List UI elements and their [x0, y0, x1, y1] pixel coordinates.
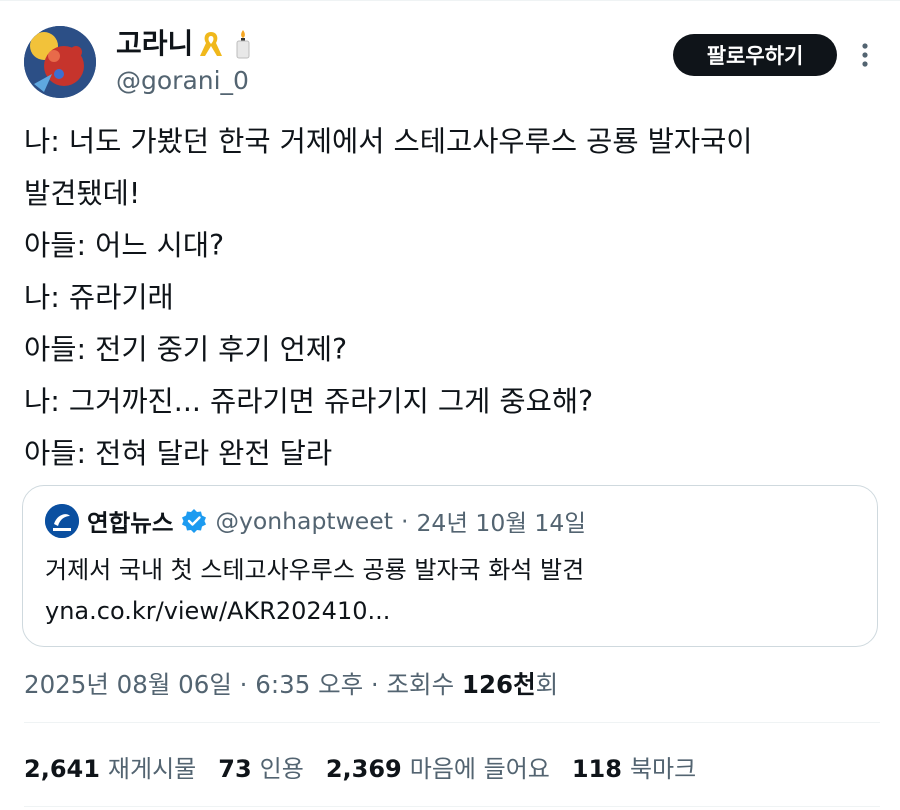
quoted-author-name[interactable]: 연합뉴스: [87, 504, 173, 538]
quoted-author-handle: @yonhaptweet: [215, 507, 393, 535]
stats-bottom-divider: [24, 806, 880, 807]
reposts-label: 재게시물: [107, 755, 197, 783]
quoted-tweet-card[interactable]: 연합뉴스 @yonhaptweet · 24년 10월 14일 거제서 국내 첫…: [22, 485, 878, 647]
tweet-text: 나: 너도 가봤던 한국 거제에서 스테고사우루스 공룡 발자국이 발견됐데! …: [24, 116, 884, 480]
quote-separator: ·: [400, 507, 409, 535]
tweet-metadata: 2025년 08월 06일 · 6:35 오후 · 조회수 126천회: [24, 668, 558, 702]
more-options-icon[interactable]: [852, 38, 878, 72]
tweet-line: 나: 쥬라기래: [24, 281, 174, 314]
author-display-name[interactable]: 고라니: [116, 26, 193, 62]
quotes-stat[interactable]: 73 인용: [218, 752, 304, 786]
quoted-tweet-date[interactable]: 24년 10월 14일: [416, 504, 586, 538]
tweet-line: 나: 그거까진... 쥬라기면 쥬라기지 그게 중요해?: [24, 385, 594, 418]
author-handle[interactable]: @gorani_0: [116, 64, 249, 98]
reposts-count: 2,641: [24, 755, 100, 783]
quotes-count: 73: [218, 755, 252, 783]
tweet-line: 발견됐데!: [24, 177, 141, 210]
verified-badge-icon: [181, 508, 207, 534]
follow-button[interactable]: 팔로우하기: [673, 34, 837, 76]
top-divider: [0, 0, 900, 1]
quoted-tweet-header: 연합뉴스 @yonhaptweet · 24년 10월 14일: [45, 504, 586, 538]
likes-count: 2,369: [325, 755, 402, 783]
view-count-suffix: 회: [535, 670, 559, 699]
tweet-line: 아들: 전기 중기 후기 언제?: [24, 333, 348, 366]
likes-label: 마음에 들어요: [409, 755, 550, 783]
candle-icon: [229, 28, 257, 60]
author-avatar[interactable]: [24, 26, 96, 98]
reposts-stat[interactable]: 2,641 재게시물: [24, 752, 196, 786]
stats-top-divider: [24, 722, 880, 723]
tweet-line: 나: 너도 가봤던 한국 거제에서 스테고사우루스 공룡 발자국이: [24, 125, 753, 158]
yellow-ribbon-icon: [197, 28, 225, 60]
quotes-label: 인용: [259, 755, 304, 783]
likes-stat[interactable]: 2,369 마음에 들어요: [326, 752, 550, 786]
bookmarks-count: 118: [571, 755, 622, 783]
quoted-author-avatar[interactable]: [45, 504, 79, 538]
tweet-line: 아들: 전혀 달라 완전 달라: [24, 437, 333, 470]
tweet-datetime[interactable]: 2025년 08월 06일 · 6:35 오후 · 조회수: [24, 670, 462, 699]
author-display-name-row[interactable]: 고라니: [116, 26, 257, 62]
view-count: 126천: [461, 670, 536, 699]
tweet-line: 아들: 어느 시대?: [24, 229, 225, 262]
engagement-stats: 2,641 재게시물 73 인용 2,369 마음에 들어요 118 북마크: [24, 752, 696, 786]
quoted-tweet-text: 거제서 국내 첫 스테고사우루스 공룡 발자국 화석 발견yna.co.kr/v…: [45, 556, 585, 625]
bookmarks-stat[interactable]: 118 북마크: [572, 752, 696, 786]
bookmarks-label: 북마크: [629, 755, 697, 783]
